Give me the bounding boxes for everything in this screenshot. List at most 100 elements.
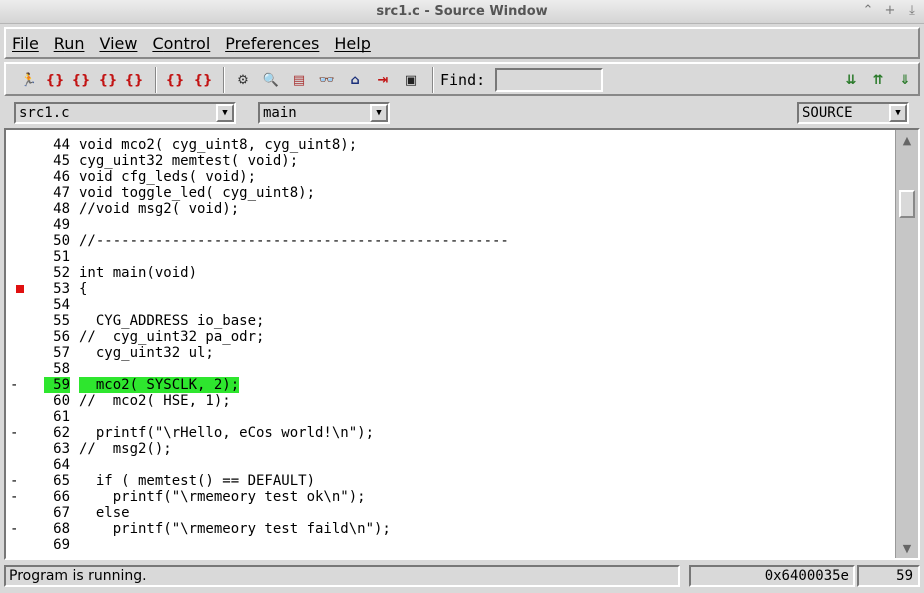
code-line[interactable]: 47 void toggle_led( cyg_uint8); bbox=[6, 185, 895, 201]
next-icon[interactable]: {} bbox=[70, 69, 92, 91]
vertical-scrollbar[interactable]: ▲ ▼ bbox=[896, 130, 918, 558]
function-combo[interactable]: main ▼ bbox=[258, 102, 390, 124]
line-number: 63 bbox=[53, 441, 70, 457]
code-line[interactable]: 57 cyg_uint32 ul; bbox=[6, 345, 895, 361]
current-line[interactable]: - 59 mco2( SYSCLK, 2); bbox=[6, 377, 895, 393]
code-line[interactable]: 51 bbox=[6, 249, 895, 265]
code-line[interactable]: 55 CYG_ADDRESS io_base; bbox=[6, 313, 895, 329]
code-line[interactable]: 56 // cyg_uint32 pa_odr; bbox=[6, 329, 895, 345]
line-text: // mco2( HSE, 1); bbox=[79, 393, 231, 409]
toolbar-separator bbox=[223, 67, 225, 93]
frame-bottom-icon[interactable]: ⇓ bbox=[894, 69, 916, 91]
code-line[interactable]: 53 { bbox=[6, 281, 895, 297]
step-icon[interactable]: {} bbox=[44, 69, 66, 91]
close-icon[interactable]: ⤓ bbox=[906, 3, 918, 18]
window-title: src1.c - Source Window bbox=[376, 4, 548, 19]
code-line[interactable]: - 68 printf("\rmemeory test faild\n"); bbox=[6, 521, 895, 537]
line-text: //void msg2( void); bbox=[79, 201, 240, 217]
line-gutter[interactable]: - bbox=[10, 473, 24, 489]
line-text: void cfg_leds( void); bbox=[79, 169, 257, 185]
code-line[interactable]: 44 void mco2( cyg_uint8, cyg_uint8); bbox=[6, 137, 895, 153]
code-line[interactable]: - 62 printf("\rHello, eCos world!\n"); bbox=[6, 425, 895, 441]
mode-combo[interactable]: SOURCE ▼ bbox=[797, 102, 909, 124]
scroll-thumb[interactable] bbox=[899, 190, 915, 218]
frame-down-icon[interactable]: ⇊ bbox=[840, 69, 862, 91]
stepi-icon[interactable]: {} bbox=[164, 69, 186, 91]
locals-icon[interactable]: ⌂ bbox=[344, 69, 366, 91]
breakpoints-icon[interactable]: ⇥ bbox=[372, 69, 394, 91]
source-code[interactable]: 44 void mco2( cyg_uint8, cyg_uint8); 45 cyg… bbox=[6, 130, 896, 558]
code-line[interactable]: 46 void cfg_leds( void); bbox=[6, 169, 895, 185]
code-line[interactable]: 58 bbox=[6, 361, 895, 377]
toolbar-separator bbox=[432, 67, 434, 93]
source-editor[interactable]: 44 void mco2( cyg_uint8, cyg_uint8); 45 cyg… bbox=[4, 128, 920, 560]
line-text: //--------------------------------------… bbox=[79, 233, 509, 249]
menu-preferences[interactable]: Preferences bbox=[225, 34, 319, 53]
line-number: 68 bbox=[53, 521, 70, 537]
frame-up-icon[interactable]: ⇈ bbox=[867, 69, 889, 91]
console-icon[interactable]: ▣ bbox=[400, 69, 422, 91]
scroll-up-icon[interactable]: ▲ bbox=[898, 132, 916, 148]
file-combo[interactable]: src1.c ▼ bbox=[14, 102, 236, 124]
code-line[interactable]: 67 else bbox=[6, 505, 895, 521]
line-text: mco2( SYSCLK, 2); bbox=[79, 377, 240, 393]
chevron-down-icon[interactable]: ▼ bbox=[216, 104, 234, 122]
code-line[interactable]: 69 bbox=[6, 537, 895, 553]
nexti-icon[interactable]: {} bbox=[192, 69, 214, 91]
maximize-icon[interactable]: + bbox=[884, 3, 896, 18]
line-gutter[interactable]: - bbox=[10, 489, 24, 505]
line-number: 51 bbox=[53, 249, 70, 265]
title-bar: src1.c - Source Window ⌃ + ⤓ bbox=[0, 0, 924, 24]
code-line[interactable]: - 65 if ( memtest() == DEFAULT) bbox=[6, 473, 895, 489]
continue-icon[interactable]: {} bbox=[123, 69, 145, 91]
watch-icon[interactable]: 👓 bbox=[316, 69, 338, 91]
scroll-down-icon[interactable]: ▼ bbox=[898, 540, 916, 556]
shade-icon[interactable]: ⌃ bbox=[862, 3, 874, 18]
line-text: CYG_ADDRESS io_base; bbox=[79, 313, 265, 329]
line-gutter[interactable]: - bbox=[10, 377, 24, 393]
line-number: 45 bbox=[53, 153, 70, 169]
line-number: 48 bbox=[53, 201, 70, 217]
menu-file[interactable]: File bbox=[12, 34, 39, 53]
line-number: 65 bbox=[53, 473, 70, 489]
line-text: printf("\rHello, eCos world!\n"); bbox=[79, 425, 375, 441]
chevron-down-icon[interactable]: ▼ bbox=[370, 104, 388, 122]
toolbar: 🏃 {} {} {} {} {} {} ⚙ 🔍 ▤ 👓 ⌂ ⇥ ▣ Find: … bbox=[4, 62, 920, 96]
line-text: cyg_uint32 memtest( void); bbox=[79, 153, 299, 169]
menu-bar: File Run View Control Preferences Help bbox=[4, 27, 920, 59]
code-line[interactable]: 60 // mco2( HSE, 1); bbox=[6, 393, 895, 409]
memory-icon[interactable]: 🔍 bbox=[260, 69, 282, 91]
line-text: void toggle_led( cyg_uint8); bbox=[79, 185, 316, 201]
registers-icon[interactable]: ⚙ bbox=[232, 69, 254, 91]
line-number: 55 bbox=[53, 313, 70, 329]
stack-icon[interactable]: ▤ bbox=[288, 69, 310, 91]
menu-control[interactable]: Control bbox=[152, 34, 210, 53]
line-text: // msg2(); bbox=[79, 441, 172, 457]
menu-help[interactable]: Help bbox=[334, 34, 370, 53]
chevron-down-icon[interactable]: ▼ bbox=[889, 104, 907, 122]
line-number: 58 bbox=[53, 361, 70, 377]
find-input[interactable] bbox=[495, 68, 603, 92]
menu-view[interactable]: View bbox=[99, 34, 137, 53]
menu-run[interactable]: Run bbox=[54, 34, 85, 53]
status-message: Program is running. bbox=[4, 565, 680, 587]
line-gutter[interactable]: - bbox=[10, 521, 24, 537]
code-line[interactable]: 52 int main(void) bbox=[6, 265, 895, 281]
code-line[interactable]: 63 // msg2(); bbox=[6, 441, 895, 457]
breakpoint-marker[interactable] bbox=[16, 285, 24, 293]
finish-icon[interactable]: {} bbox=[97, 69, 119, 91]
code-line[interactable]: 50 //------------------------------------… bbox=[6, 233, 895, 249]
code-line[interactable]: 45 cyg_uint32 memtest( void); bbox=[6, 153, 895, 169]
code-line[interactable]: 48 //void msg2( void); bbox=[6, 201, 895, 217]
code-line[interactable]: 61 bbox=[6, 409, 895, 425]
code-line[interactable]: 64 bbox=[6, 457, 895, 473]
line-number: 44 bbox=[53, 137, 70, 153]
code-line[interactable]: - 66 printf("\rmemeory test ok\n"); bbox=[6, 489, 895, 505]
line-text: if ( memtest() == DEFAULT) bbox=[79, 473, 316, 489]
run-icon[interactable]: 🏃 bbox=[18, 69, 40, 91]
line-number: 50 bbox=[53, 233, 70, 249]
code-line[interactable]: 54 bbox=[6, 297, 895, 313]
line-gutter[interactable]: - bbox=[10, 425, 24, 441]
status-line-number: 59 bbox=[857, 565, 920, 587]
code-line[interactable]: 49 bbox=[6, 217, 895, 233]
